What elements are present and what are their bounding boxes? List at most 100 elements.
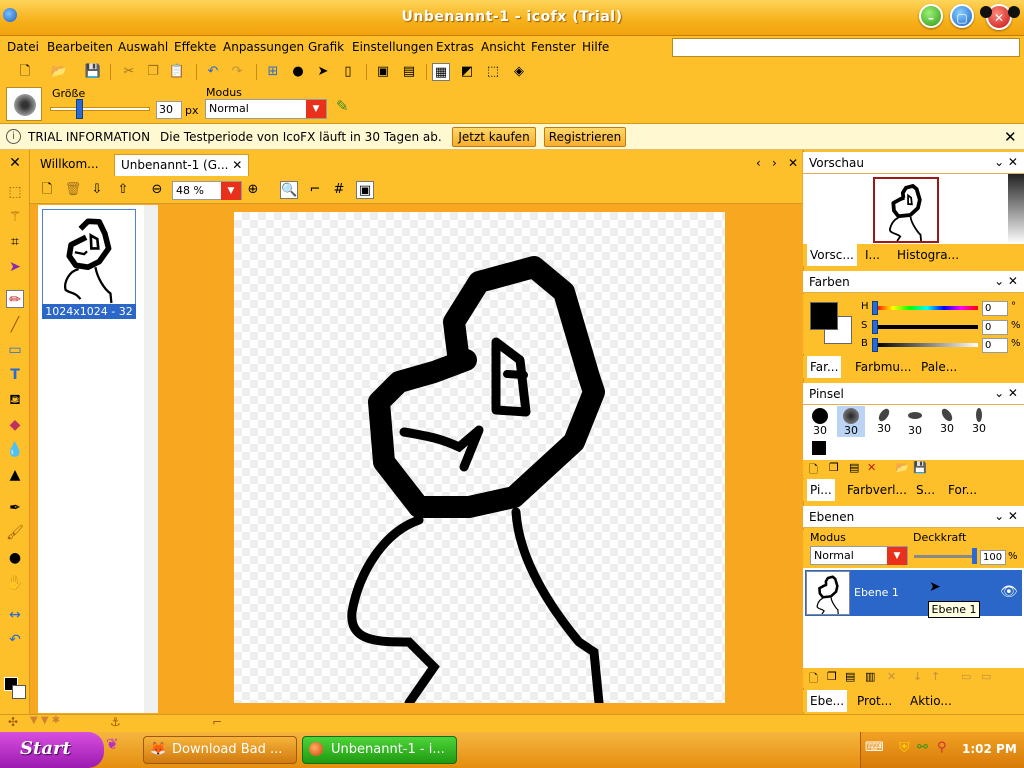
magic-wand-icon[interactable]: ⚚	[6, 208, 24, 226]
maximize-button[interactable]: ▢	[950, 4, 974, 28]
network-icon[interactable]: ⚯	[917, 740, 928, 755]
thumb-scrollbar[interactable]	[144, 205, 158, 713]
delete-brush-icon[interactable]: ✕	[867, 461, 876, 474]
transparency-grid-icon[interactable]: ▦	[432, 63, 450, 81]
duplicate-layer-icon[interactable]: ❐	[827, 670, 837, 683]
paste-icon[interactable]: 📋	[168, 63, 186, 81]
tab-actions[interactable]: Aktio...	[910, 694, 952, 708]
brightness-slider[interactable]	[876, 343, 978, 347]
undo-icon[interactable]: ↶	[204, 63, 222, 81]
view-mode-icon[interactable]: ▣	[356, 181, 374, 199]
new-image-icon[interactable]: 🗋	[38, 181, 56, 199]
zoom-out-icon[interactable]: ⊖	[148, 181, 166, 199]
minimize-button[interactable]: –	[919, 4, 943, 28]
tab-info[interactable]: I...	[865, 248, 880, 262]
size-slider-track[interactable]	[50, 107, 150, 111]
move-layer-down-icon[interactable]: ↓	[913, 670, 922, 683]
eyedropper-icon[interactable]: ✎	[336, 97, 349, 115]
tabs-next-icon[interactable]: ›	[772, 156, 777, 170]
brush-item[interactable]: 30	[965, 408, 993, 435]
menu-effekte[interactable]: Effekte	[174, 40, 216, 54]
zoom-select[interactable]: 48 % ▼	[172, 181, 242, 200]
search-icon[interactable]: ⚲	[937, 740, 947, 755]
save-brush-icon[interactable]: 💾	[913, 461, 927, 474]
layer-mode-select[interactable]: Normal ▼	[810, 546, 908, 565]
chevron-down-icon[interactable]: ▼	[221, 182, 241, 200]
chevron-down-icon[interactable]: ▼	[887, 547, 907, 565]
windows-icon[interactable]: ⊞	[264, 63, 282, 81]
menu-bearbeiten[interactable]: Bearbeiten	[47, 40, 113, 54]
pointer-icon[interactable]: ➤	[314, 63, 332, 81]
layer-option-2-icon[interactable]: ▭	[981, 670, 991, 683]
brush-item[interactable]: 30	[806, 408, 834, 437]
menu-hilfe[interactable]: Hilfe	[582, 40, 609, 54]
layer-props-icon[interactable]: ▤	[845, 670, 855, 683]
tab-color-patterns[interactable]: Farbmu...	[855, 360, 911, 374]
layer-option-1-icon[interactable]: ▭	[961, 670, 971, 683]
save-icon[interactable]: 💾	[84, 63, 102, 81]
sharpen-icon[interactable]: ▲	[6, 466, 24, 484]
menu-einstellungen[interactable]: Einstellungen	[352, 40, 433, 54]
delete-image-icon[interactable]: 🗑	[64, 181, 82, 199]
taskbar-item-icofx[interactable]: Unbenannt-1 - i...	[302, 736, 457, 764]
bg-color-swatch[interactable]	[12, 685, 26, 699]
panel-menu-close-icon[interactable]: ⌄ ✕	[994, 386, 1018, 400]
tab-colors[interactable]: Far...	[807, 356, 842, 378]
brush-item[interactable]: 30	[870, 406, 898, 435]
pencil-icon[interactable]: ✏	[6, 290, 24, 308]
size-input[interactable]: 30	[156, 101, 182, 119]
flip-icon[interactable]: ↔	[6, 606, 24, 624]
brush-icon[interactable]: 🖌	[6, 524, 24, 542]
redo-icon[interactable]: ↷	[228, 63, 246, 81]
image-thumbnail[interactable]	[42, 209, 136, 319]
close-icon[interactable]: ✕	[1004, 128, 1017, 146]
panel-menu-close-icon[interactable]: ⌄ ✕	[994, 509, 1018, 523]
tab-shapes[interactable]: For...	[948, 483, 977, 497]
mask-icon[interactable]: ◩	[458, 63, 476, 81]
open-brush-icon[interactable]: 📂	[895, 461, 909, 474]
rectangle-icon[interactable]: ▭	[6, 341, 24, 359]
fill-bucket-icon[interactable]: ⛾	[6, 391, 24, 409]
new-file-icon[interactable]: 🗋	[16, 63, 34, 81]
brightness-thumb[interactable]	[872, 338, 878, 352]
menu-extras[interactable]: Extras	[436, 40, 474, 54]
panel-menu-close-icon[interactable]: ⌄ ✕	[994, 155, 1018, 169]
phone-icon[interactable]: ▯	[339, 63, 357, 81]
import-icon[interactable]: ⇩	[88, 181, 106, 199]
copy-icon[interactable]: ❐	[144, 63, 162, 81]
chevron-down-icon[interactable]: ▼	[306, 100, 326, 118]
edit-brush-icon[interactable]: ▤	[849, 461, 859, 474]
security-shield-icon[interactable]: ⛨	[899, 740, 910, 756]
preview-background-gradient[interactable]	[1008, 174, 1024, 244]
brush-preview[interactable]	[6, 87, 42, 121]
foreground-color-swatch[interactable]	[810, 302, 838, 330]
panel-menu-close-icon[interactable]: ⌄ ✕	[994, 274, 1018, 288]
copy-brush-icon[interactable]: ❐	[829, 461, 839, 474]
close-doc-icon[interactable]: ✕	[6, 154, 24, 172]
tab-history[interactable]: Prot...	[857, 694, 892, 708]
grid-icon[interactable]: #	[330, 181, 348, 199]
tab-layers[interactable]: Ebe...	[807, 690, 848, 712]
app-icon[interactable]	[3, 8, 17, 22]
zoom-tool-icon[interactable]: 🔍	[280, 181, 298, 199]
menu-grafik[interactable]: Grafik	[308, 40, 344, 54]
opacity-thumb[interactable]	[972, 548, 977, 564]
open-folder-icon[interactable]: 📂	[50, 63, 68, 81]
close-button[interactable]: ✕	[980, 4, 1020, 30]
cut-icon[interactable]: ✂	[120, 63, 138, 81]
brush-item[interactable]: 30	[901, 408, 929, 437]
tab-palette[interactable]: Pale...	[921, 360, 957, 374]
new-brush-icon[interactable]: 🗋	[809, 461, 818, 480]
saturation-input[interactable]: 0	[982, 320, 1008, 335]
hue-thumb[interactable]	[872, 301, 878, 315]
saturation-thumb[interactable]	[872, 320, 878, 334]
tab-brush[interactable]: Pi...	[807, 479, 835, 501]
tab-gradient[interactable]: Farbverl...	[847, 483, 907, 497]
move-layer-up-icon[interactable]: ↑	[931, 670, 940, 683]
export-icon[interactable]: ⇧	[114, 181, 132, 199]
opacity-input[interactable]: 100	[980, 550, 1006, 565]
menu-auswahl[interactable]: Auswahl	[118, 40, 168, 54]
search-input[interactable]	[672, 38, 1020, 57]
export-image-icon[interactable]: ▤	[400, 63, 418, 81]
selection-icon[interactable]: ⬚	[484, 63, 502, 81]
